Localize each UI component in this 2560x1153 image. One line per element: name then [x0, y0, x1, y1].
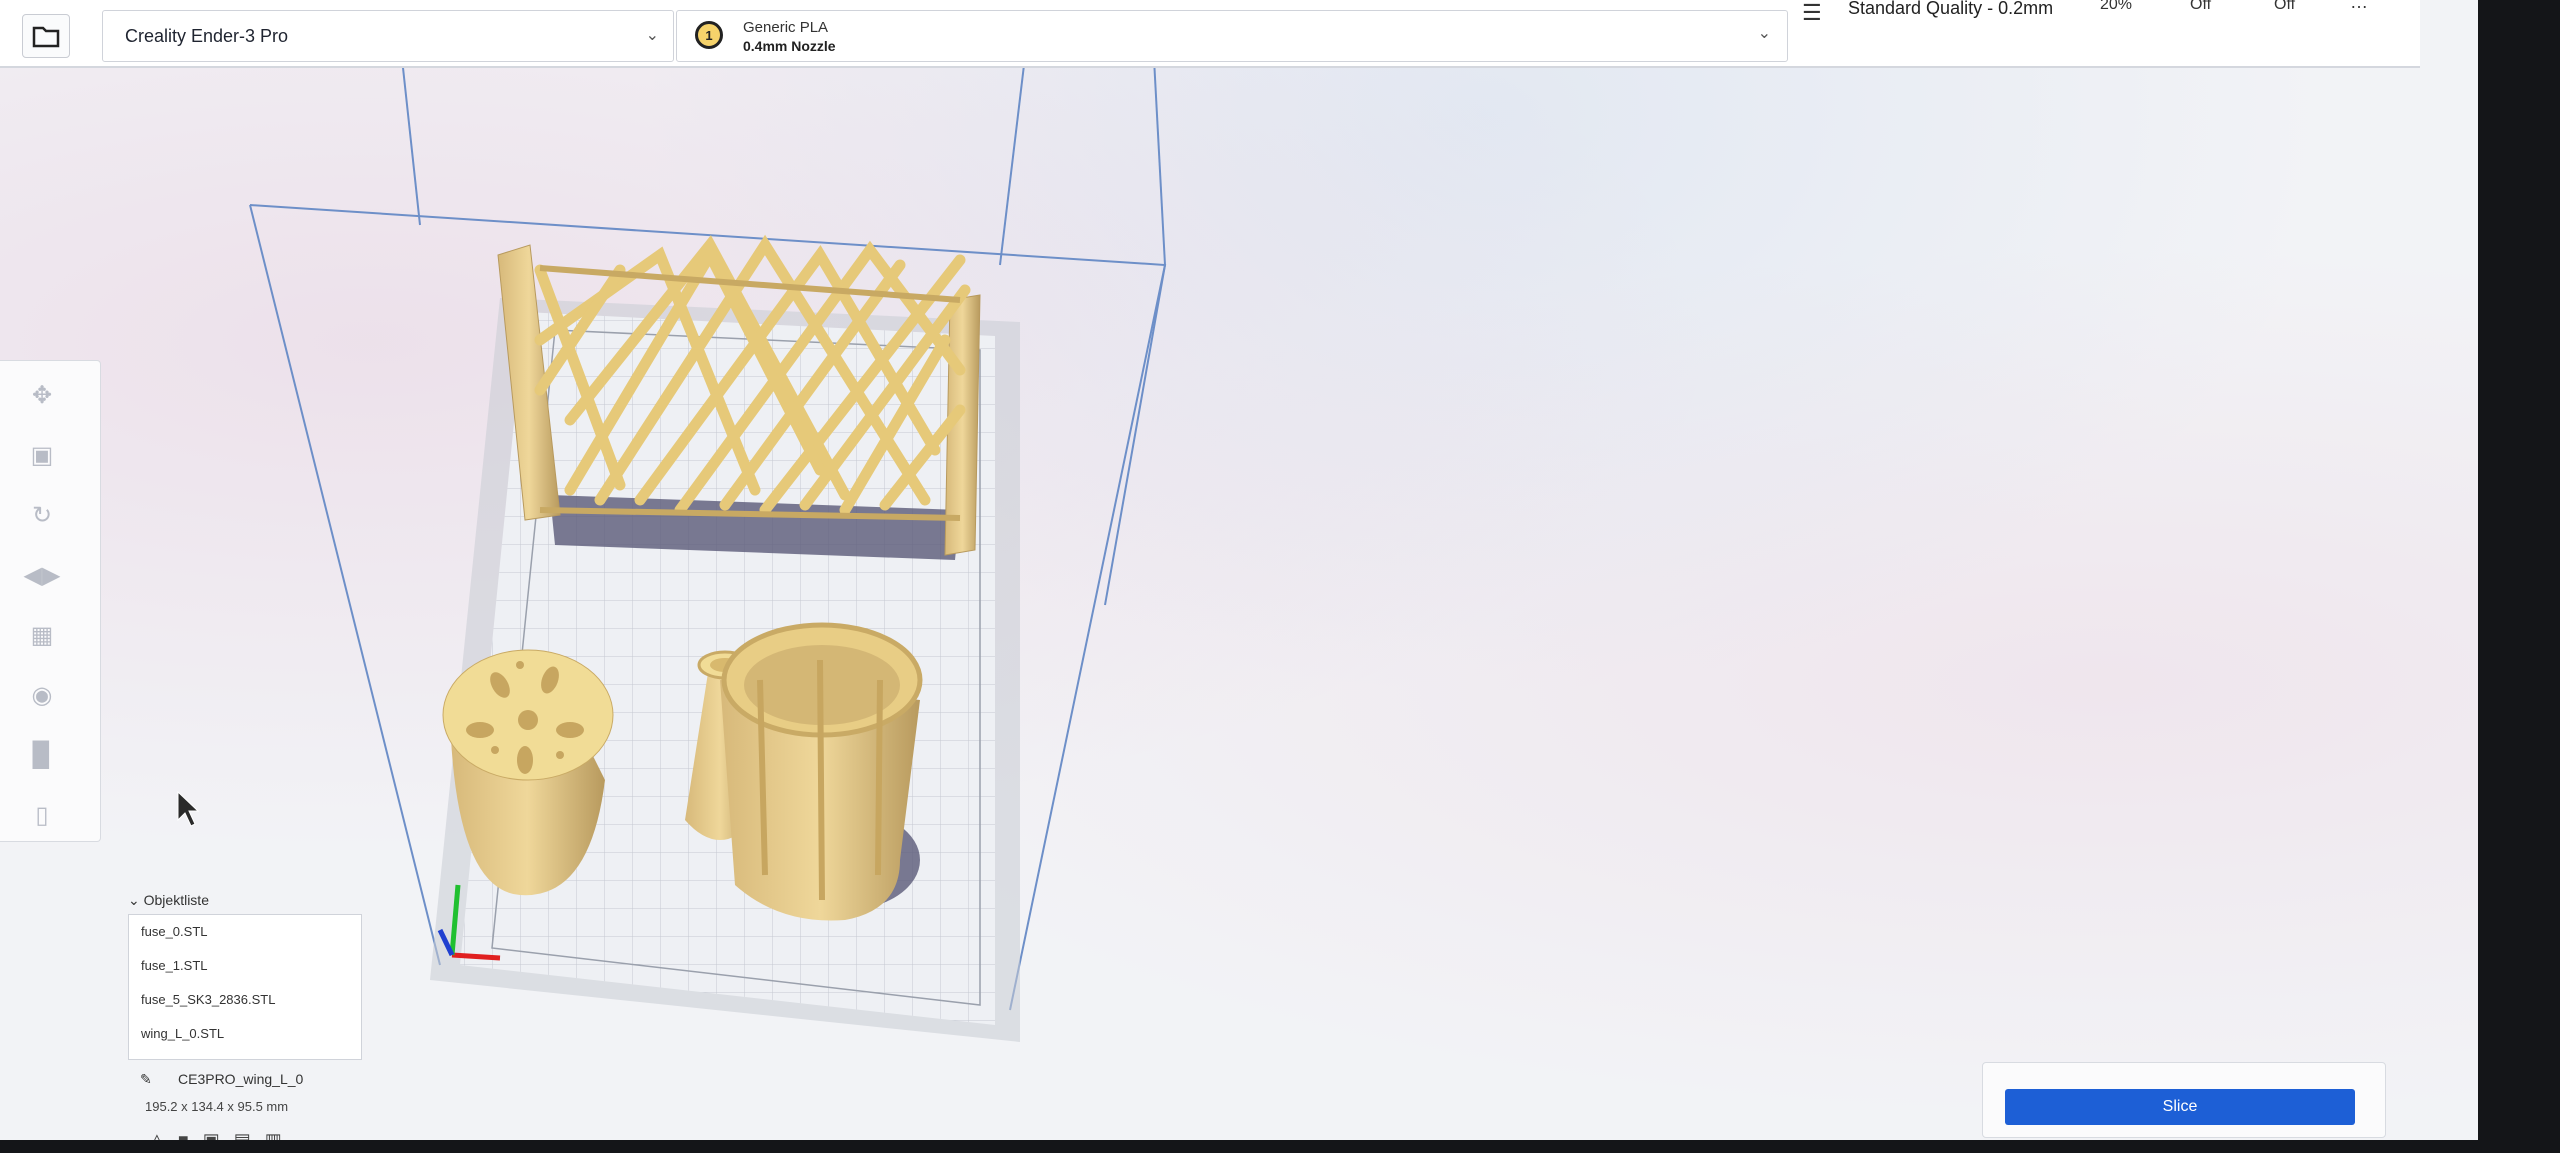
mirror-icon[interactable]: ◀▶ [20, 553, 64, 597]
extra-tool-icon[interactable]: ▉ [20, 733, 64, 777]
object-list-header[interactable]: ⌄ Objektliste [128, 892, 368, 914]
extruder-icon: 1 [695, 21, 723, 49]
chevron-down-icon: ⌄ [128, 892, 144, 908]
object-list: ⌄ Objektliste fuse_0.STL fuse_1.STL fuse… [128, 892, 368, 1060]
open-file-button[interactable] [22, 14, 70, 58]
scale-icon[interactable]: ▣ [20, 433, 64, 477]
view-front-icon[interactable]: ■ [178, 1130, 189, 1140]
nozzle-size: 0.4mm Nozzle [743, 38, 836, 54]
chevron-down-icon: ⌄ [645, 27, 659, 44]
tool-bar: ✥ ▣ ↻ ◀▶ ▦ ◉ ▉ ▯ [0, 360, 101, 842]
view-right-icon[interactable]: ▥ [265, 1130, 282, 1140]
move-icon[interactable]: ✥ [20, 373, 64, 417]
rotate-icon[interactable]: ↻ [20, 493, 64, 537]
material-selector[interactable]: 1 Generic PLA 0.4mm Nozzle ⌄ [676, 10, 1788, 62]
object-dimensions: 195.2 x 134.4 x 95.5 mm [145, 1099, 289, 1114]
list-item[interactable]: fuse_1.STL [129, 949, 361, 983]
list-item[interactable]: fuse_0.STL [129, 915, 361, 949]
view-buttons: △ ■ ▣ ▤ ▥ [150, 1130, 282, 1140]
chevron-down-icon: ⌄ [1757, 25, 1771, 42]
mouse-cursor [177, 790, 200, 827]
slice-panel: Slice [1982, 1062, 2386, 1138]
selected-object-name[interactable]: ✎ CE3PRO_wing_L_0 [140, 1071, 304, 1087]
quality-profile: Standard Quality - 0.2mm [1848, 0, 2054, 18]
printer-selector[interactable]: Creality Ender-3 Pro ⌄ [102, 10, 674, 62]
monitor-bezel-bottom [0, 1140, 2560, 1153]
object-list-title: Objektliste [143, 892, 209, 908]
per-model-settings-icon[interactable]: ▦ [20, 613, 64, 657]
object-list-box: fuse_0.STL fuse_1.STL fuse_5_SK3_2836.ST… [128, 914, 362, 1060]
folder-icon [32, 26, 60, 48]
top-bar: Creality Ender-3 Pro ⌄ 1 Generic PLA 0.4… [0, 0, 2420, 68]
build-viewport[interactable] [100, 40, 2420, 1070]
support-blocker-icon[interactable]: ◉ [20, 673, 64, 717]
list-item[interactable]: wing_L_0.STL [129, 1017, 361, 1051]
view-top-icon[interactable]: ▣ [203, 1130, 220, 1140]
model-fuselage[interactable] [720, 622, 923, 921]
screen: Creality Ender-3 Pro ⌄ 1 Generic PLA 0.4… [0, 0, 2478, 1140]
pencil-icon: ✎ [140, 1071, 152, 1087]
print-settings-selector[interactable]: ☰ Standard Quality - 0.2mm 20% Off Off … [1790, 0, 2420, 36]
delete-icon[interactable]: ▯ [20, 793, 64, 837]
slice-button[interactable]: Slice [2005, 1089, 2355, 1125]
more-icon: … [2350, 0, 2368, 12]
monitor-bezel-right [2478, 0, 2560, 1153]
settings-sliders-icon: ☰ [1802, 0, 1822, 25]
view-3d-icon[interactable]: △ [150, 1130, 164, 1140]
support-value: Off [2190, 0, 2212, 13]
printer-name: Creality Ender-3 Pro [125, 26, 289, 46]
material-name: Generic PLA [743, 19, 829, 36]
list-item[interactable]: fuse_5_SK3_2836.STL [129, 983, 361, 1017]
infill-value: 20% [2100, 0, 2133, 13]
adhesion-value: Off [2274, 0, 2296, 13]
selected-object-label: CE3PRO_wing_L_0 [178, 1071, 304, 1087]
view-left-icon[interactable]: ▤ [234, 1130, 251, 1140]
